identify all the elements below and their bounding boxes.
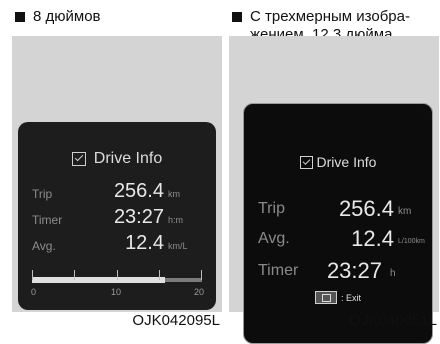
row-value: 12.4 <box>125 232 164 254</box>
fuel-economy-gauge <box>32 268 202 286</box>
gauge-max-label: 20 <box>194 287 205 297</box>
row-unit: km <box>398 206 412 217</box>
row-label: Trip <box>258 200 285 217</box>
row-label: Timer <box>32 213 63 227</box>
row-value: 256.4 <box>338 196 394 221</box>
gauge-min-label: 0 <box>31 287 37 297</box>
avg-row: Avg. 12.4 km/L <box>18 232 216 258</box>
bullet-square-icon <box>15 12 25 22</box>
bullet-square-icon <box>232 12 242 22</box>
drive-info-label: Drive Info <box>316 154 377 170</box>
row-unit: L/100km <box>398 238 425 245</box>
cluster-screen: Drive Info Trip 256.4 km Avg. 12.4 L/100… <box>243 103 433 344</box>
trip-row: Trip 256.4 km <box>18 180 216 206</box>
cluster-screen: Drive Info Trip 256.4 km Timer 23:27 h:m… <box>18 122 216 310</box>
figure-code: OJK042095L <box>132 312 220 329</box>
row-label: Avg. <box>258 230 290 247</box>
avg-row: Avg. 12.4 L/100km <box>244 226 432 252</box>
row-value: 256.4 <box>113 180 164 202</box>
exit-label: : Exit <box>340 292 361 303</box>
row-unit: km/L <box>168 241 188 251</box>
row-unit: h:m <box>168 215 184 225</box>
gauge-fill <box>32 277 165 283</box>
drive-info-title: Drive Info <box>18 150 216 168</box>
timer-row: Timer 23:27 h <box>244 258 432 284</box>
row-unit: h <box>390 268 396 279</box>
figure-code: OJK040051L <box>349 312 437 329</box>
panel-12-inch: С трехмерным изобра-жением, 12,3 дюйма D… <box>229 0 439 344</box>
panel-header-label: 8 дюймов <box>33 8 101 25</box>
trip-row: Trip 256.4 km <box>244 196 432 222</box>
drive-info-label: Drive Info <box>93 150 163 167</box>
checkbox-icon <box>71 152 86 166</box>
row-value: 23:27 <box>326 258 382 283</box>
panel-background: Drive Info Trip 256.4 km Timer 23:27 h:m… <box>12 36 222 312</box>
timer-row: Timer 23:27 h:m <box>18 206 216 232</box>
exit-hint: : Exit <box>244 291 432 304</box>
panel-8-inch: 8 дюймов Drive Info Trip 256.4 km Timer … <box>12 0 222 329</box>
row-label: Trip <box>32 187 53 201</box>
row-label: Timer <box>258 262 299 279</box>
row-label: Avg. <box>32 239 56 253</box>
checkbox-icon <box>299 155 313 169</box>
row-unit: km <box>168 189 180 199</box>
drive-info-title: Drive Info <box>244 154 432 170</box>
row-value: 12.4 <box>351 226 394 251</box>
panel-background: Drive Info Trip 256.4 km Avg. 12.4 L/100… <box>229 36 439 344</box>
row-value: 23:27 <box>113 206 164 228</box>
gauge-mid-label: 10 <box>111 287 122 297</box>
menu-button-icon <box>314 291 337 304</box>
